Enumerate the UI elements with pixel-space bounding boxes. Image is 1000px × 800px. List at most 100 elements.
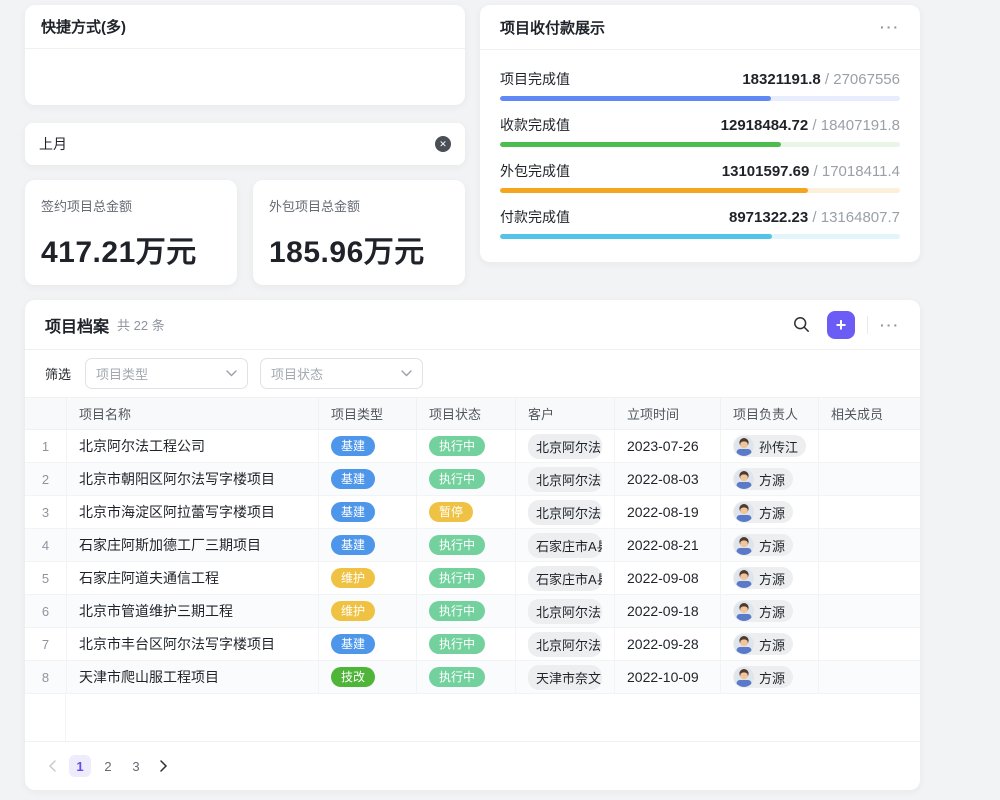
owner-tag: 方源	[733, 567, 793, 589]
col-customer: 客户	[515, 398, 614, 429]
project-archive-card: 项目档案 共 22 条 + ··· 筛选 项目类型 项目状态 项目名称	[25, 300, 920, 790]
table-row[interactable]: 7北京市丰台区阿尔法写字楼项目基建执行中北京阿尔法工程2022-09-28 方源	[25, 628, 920, 661]
owner-tag: 方源	[733, 534, 793, 556]
chevron-down-icon	[226, 370, 237, 377]
cell-owner: 方源	[720, 463, 818, 495]
owner-avatar	[734, 502, 754, 522]
cell-customer: 天津市奈文摩尔	[515, 661, 614, 693]
payment-progress-list: 项目完成值18321191.8 / 27067556收款完成值12918484.…	[480, 50, 920, 244]
payment-card-title: 项目收付款展示	[500, 17, 880, 38]
search-icon[interactable]	[789, 313, 813, 337]
page-button-2[interactable]: 2	[97, 755, 119, 777]
cell-owner: 方源	[720, 595, 818, 627]
owner-tag: 方源	[733, 666, 793, 688]
cell-start-date: 2022-09-08	[614, 562, 720, 594]
cell-project-name[interactable]: 北京阿尔法工程公司	[66, 430, 318, 462]
cell-project-type: 基建	[318, 463, 416, 495]
progress-fill	[500, 188, 808, 193]
cell-project-type: 维护	[318, 562, 416, 594]
month-filter-chip[interactable]: 上月 ✕	[25, 123, 465, 165]
cell-members	[818, 595, 920, 627]
owner-avatar	[734, 568, 754, 588]
cell-project-name[interactable]: 石家庄阿道夫通信工程	[66, 562, 318, 594]
table-row[interactable]: 2北京市朝阳区阿尔法写字楼项目基建执行中北京阿尔法工程2022-08-03 方源	[25, 463, 920, 496]
owner-avatar	[734, 436, 754, 456]
progress-total: / 17018411.4	[809, 163, 900, 180]
table-row[interactable]: 1北京阿尔法工程公司基建执行中北京阿尔法工程2023-07-26 孙传江	[25, 430, 920, 463]
cell-start-date: 2022-08-19	[614, 496, 720, 528]
cell-project-status: 暂停	[416, 496, 515, 528]
col-project-type: 项目类型	[318, 398, 416, 429]
next-page-icon[interactable]	[153, 755, 175, 777]
type-badge: 技改	[331, 667, 375, 687]
status-badge: 执行中	[429, 601, 485, 621]
signed-amount-card: 签约项目总金额 417.21万元	[25, 180, 237, 285]
cell-members	[818, 529, 920, 561]
cell-members	[818, 496, 920, 528]
cell-project-status: 执行中	[416, 562, 515, 594]
table-row[interactable]: 6北京市管道维护三期工程维护执行中北京阿尔法工程2022-09-18 方源	[25, 595, 920, 628]
table-more-menu-icon[interactable]: ···	[880, 317, 900, 333]
owner-name: 方源	[759, 470, 785, 489]
cell-project-name[interactable]: 石家庄阿斯加德工厂三期项目	[66, 529, 318, 561]
table-row[interactable]: 3北京市海淀区阿拉蕾写字楼项目基建暂停北京阿尔法工程2022-08-19 方源	[25, 496, 920, 529]
owner-avatar	[734, 535, 754, 555]
progress-group: 收款完成值12918484.72 / 18407191.8	[500, 106, 900, 152]
status-badge: 执行中	[429, 469, 485, 489]
owner-avatar	[734, 469, 754, 489]
cell-row-number: 3	[25, 496, 66, 528]
cell-project-status: 执行中	[416, 529, 515, 561]
more-menu-icon[interactable]: ···	[880, 19, 900, 35]
dashboard-page: 快捷方式(多) 上月 ✕ 签约项目总金额 417.21万元 外包项目总金额 18…	[0, 0, 1000, 800]
cell-project-status: 执行中	[416, 661, 515, 693]
cell-owner: 方源	[720, 496, 818, 528]
cell-owner: 方源	[720, 529, 818, 561]
customer-tag: 石家庄市A县政	[528, 566, 602, 591]
progress-label: 收款完成值	[500, 115, 721, 135]
cell-project-name[interactable]: 北京市丰台区阿尔法写字楼项目	[66, 628, 318, 660]
cell-row-number: 4	[25, 529, 66, 561]
add-record-button[interactable]: +	[827, 311, 855, 339]
col-row-number	[25, 398, 66, 429]
cell-owner: 方源	[720, 562, 818, 594]
progress-label: 外包完成值	[500, 161, 722, 181]
cell-project-name[interactable]: 北京市海淀区阿拉蕾写字楼项目	[66, 496, 318, 528]
customer-tag: 北京阿尔法工程	[528, 467, 602, 492]
clear-filter-icon[interactable]: ✕	[435, 136, 451, 152]
cell-start-date: 2023-07-26	[614, 430, 720, 462]
cell-customer: 北京阿尔法工程	[515, 628, 614, 660]
owner-tag: 方源	[733, 468, 793, 490]
table-body: 1北京阿尔法工程公司基建执行中北京阿尔法工程2023-07-26 孙传江2北京市…	[25, 430, 920, 694]
project-type-select[interactable]: 项目类型	[85, 358, 248, 389]
page-button-3[interactable]: 3	[125, 755, 147, 777]
customer-tag: 北京阿尔法工程	[528, 500, 602, 525]
progress-label: 项目完成值	[500, 69, 742, 89]
cell-project-status: 执行中	[416, 595, 515, 627]
progress-label-row: 付款完成值8971322.23 / 13164807.7	[500, 207, 900, 227]
table-header: 项目档案 共 22 条 + ···	[25, 300, 920, 350]
progress-group: 外包完成值13101597.69 / 17018411.4	[500, 152, 900, 198]
stat-value: 417.21万元	[41, 227, 221, 271]
progress-value: 13101597.69 / 17018411.4	[722, 163, 900, 180]
project-status-select[interactable]: 项目状态	[260, 358, 423, 389]
cell-project-type: 基建	[318, 628, 416, 660]
table-row[interactable]: 8天津市爬山服工程项目技改执行中天津市奈文摩尔2022-10-09 方源	[25, 661, 920, 694]
page-button-1[interactable]: 1	[69, 755, 91, 777]
progress-group: 项目完成值18321191.8 / 27067556	[500, 60, 900, 106]
cell-project-name[interactable]: 北京市朝阳区阿尔法写字楼项目	[66, 463, 318, 495]
owner-name: 方源	[759, 668, 785, 687]
cell-customer: 北京阿尔法工程	[515, 463, 614, 495]
cell-project-name[interactable]: 天津市爬山服工程项目	[66, 661, 318, 693]
owner-tag: 方源	[733, 600, 793, 622]
owner-avatar	[734, 667, 754, 687]
cell-customer: 北京阿尔法工程	[515, 430, 614, 462]
progress-total: / 18407191.8	[808, 117, 900, 134]
progress-label: 付款完成值	[500, 207, 729, 227]
table-row[interactable]: 4石家庄阿斯加德工厂三期项目基建执行中石家庄市A县政2022-08-21 方源	[25, 529, 920, 562]
cell-project-name[interactable]: 北京市管道维护三期工程	[66, 595, 318, 627]
prev-page-icon[interactable]	[41, 755, 63, 777]
select-placeholder: 项目类型	[96, 364, 226, 383]
table-row[interactable]: 5石家庄阿道夫通信工程维护执行中石家庄市A县政2022-09-08 方源	[25, 562, 920, 595]
cell-project-status: 执行中	[416, 430, 515, 462]
cell-row-number: 2	[25, 463, 66, 495]
